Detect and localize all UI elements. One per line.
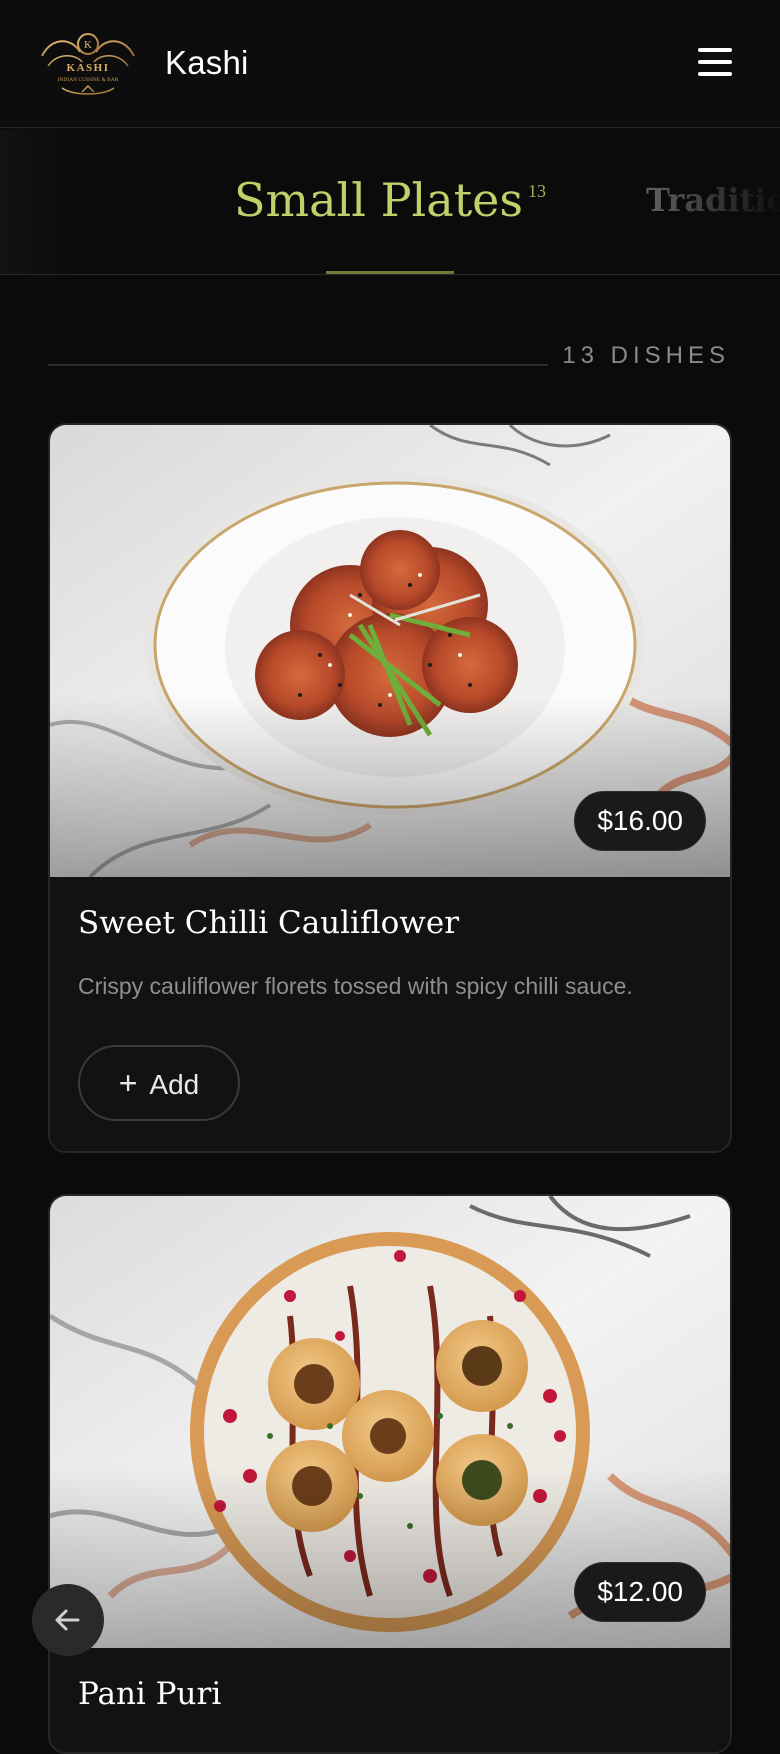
back-button[interactable]: [32, 1584, 104, 1656]
dish-name: Sweet Chilli Cauliflower: [78, 905, 460, 941]
add-to-order-button[interactable]: + Add: [78, 1045, 240, 1121]
dish-count-label: 13 DISHES: [562, 342, 730, 369]
tab-count-badge: 13: [528, 181, 546, 201]
dish-name: Pani Puri: [78, 1676, 222, 1712]
active-tab-indicator: [326, 271, 454, 274]
svg-text:INDIAN CUISINE & BAR: INDIAN CUISINE & BAR: [58, 77, 119, 83]
svg-text:KASHI: KASHI: [67, 62, 110, 74]
hamburger-icon[interactable]: [694, 42, 736, 82]
section-divider: [48, 364, 548, 366]
kashi-logo[interactable]: K KASHI INDIAN CUISINE & BAR: [32, 26, 144, 98]
brand-name: Kashi: [165, 44, 249, 81]
tabs-fade-left: [0, 129, 80, 274]
tab-traditional[interactable]: Traditional: [646, 181, 780, 219]
dish-description: Crispy cauliflower florets tossed with s…: [78, 973, 633, 999]
dish-card[interactable]: $12.00 Pani Puri: [48, 1194, 732, 1754]
category-tabs: Small Plates 13 Traditional: [0, 129, 780, 275]
arrow-left-icon: [55, 1609, 80, 1631]
plus-icon: +: [118, 1065, 138, 1101]
dish-photo: $12.00: [50, 1196, 730, 1648]
svg-text:K: K: [84, 39, 92, 51]
app-header: K KASHI INDIAN CUISINE & BAR Kashi: [0, 0, 780, 128]
price-badge: $12.00: [574, 1562, 706, 1622]
tab-small-plates[interactable]: Small Plates: [234, 173, 523, 227]
add-button-label: Add: [149, 1069, 200, 1100]
price-badge: $16.00: [574, 791, 706, 851]
dish-photo: $16.00: [50, 425, 730, 877]
dish-card[interactable]: $16.00 Sweet Chilli Cauliflower Crispy c…: [48, 423, 732, 1153]
